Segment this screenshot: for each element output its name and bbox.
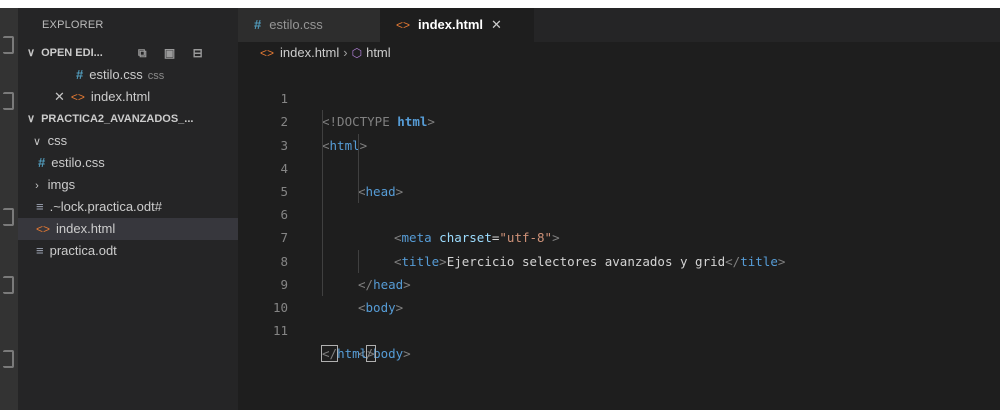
- code-token: >: [366, 345, 376, 363]
- line-number: 11: [272, 323, 288, 339]
- open-editor-label: index.html: [90, 89, 151, 104]
- close-icon[interactable]: ✕: [54, 89, 65, 104]
- files-icon[interactable]: [3, 36, 14, 54]
- tab-label: index.html: [418, 17, 484, 32]
- tree-item-label: imgs: [47, 177, 76, 192]
- breadcrumb-file[interactable]: index.html: [280, 45, 339, 60]
- tree-item-label: estilo.css: [51, 155, 105, 170]
- indent-guide: [358, 156, 359, 180]
- tree-item-index-html[interactable]: <> index.html: [18, 218, 238, 240]
- open-editor-label: estilo.css: [89, 67, 143, 82]
- editor-area: # estilo.css <> index.html ✕ <> index.html › ⬡…: [238, 8, 1000, 410]
- tree-item-practica-odt[interactable]: ≡ practica.odt: [18, 240, 238, 262]
- code-token: </: [320, 345, 339, 363]
- indent-guide: [322, 110, 323, 134]
- code-line: 1 <!DOCTYPE html>: [238, 64, 1000, 129]
- indent-guide: [322, 133, 323, 157]
- vscode-window: EXPLORER ∨ OPEN EDI... ⧉ ▣ ⊟ # estilo.css…: [0, 8, 1000, 410]
- tab-label: estilo.css: [269, 17, 323, 32]
- css-file-icon: #: [76, 67, 84, 82]
- symbol-element-icon: ⬡: [351, 46, 363, 60]
- code-line: 3 <head>: [238, 110, 1000, 199]
- chevron-down-icon: ∨: [26, 47, 36, 59]
- chevron-down-icon: ∨: [26, 113, 36, 125]
- code-token: body: [373, 346, 404, 362]
- breadcrumb: <> index.html › ⬡ html: [238, 42, 1000, 64]
- code-editor[interactable]: 1 <!DOCTYPE html> 2 <html> 3 <head> 4 <m…: [238, 64, 1000, 363]
- code-line: 8 <body>: [238, 226, 1000, 315]
- close-icon[interactable]: ✕: [491, 17, 502, 32]
- indent-guide: [322, 249, 323, 273]
- text-file-icon: ≡: [36, 243, 44, 258]
- activity-bar: [0, 8, 18, 410]
- text-file-icon: ≡: [36, 199, 44, 214]
- source-control-icon[interactable]: [3, 208, 14, 226]
- code-line: 7 </head>: [238, 203, 1000, 292]
- indent-guide: [358, 249, 359, 273]
- indent-guide: [322, 203, 323, 227]
- indent-guide: [358, 133, 359, 157]
- close-all-icon[interactable]: ⊟: [193, 46, 203, 60]
- code-token: >: [403, 346, 411, 362]
- html-file-icon: <>: [260, 46, 275, 60]
- explorer-sidebar: EXPLORER ∨ OPEN EDI... ⧉ ▣ ⊟ # estilo.css…: [18, 8, 238, 410]
- indent-guide: [322, 156, 323, 180]
- breadcrumb-symbol[interactable]: html: [366, 45, 391, 60]
- html-file-icon: <>: [396, 18, 411, 32]
- open-editors-actions: ⧉ ▣ ⊟: [138, 42, 217, 64]
- open-editors-label: OPEN EDI...: [41, 47, 103, 59]
- html-file-icon: <>: [70, 90, 85, 104]
- tree-item-estilo-css[interactable]: # estilo.css: [18, 152, 238, 174]
- indent-guide: [358, 179, 359, 204]
- project-folder-header[interactable]: ∨ PRACTICA2_AVANZADOS_...: [18, 108, 238, 130]
- code-line: 2 <html>: [238, 87, 1000, 152]
- tree-item-css-folder[interactable]: ∨ css: [18, 130, 238, 152]
- css-file-icon: #: [38, 155, 46, 170]
- code-line: 9: [238, 249, 1000, 292]
- html-file-icon: <>: [36, 222, 51, 236]
- debug-icon[interactable]: [3, 276, 14, 294]
- open-editor-hint: css: [147, 70, 165, 82]
- code-line: 5 <title>Ejercicio selectores avanzados …: [238, 156, 1000, 269]
- tree-item-label: index.html: [56, 221, 116, 236]
- open-editors-header[interactable]: ∨ OPEN EDI... ⧉ ▣ ⊟: [18, 42, 238, 64]
- code-line: 6: [238, 179, 1000, 222]
- css-file-icon: #: [254, 17, 262, 32]
- open-editor-item-estilo-css[interactable]: # estilo.css css: [18, 64, 238, 86]
- indent-guide: [322, 226, 323, 250]
- text-cursor: [374, 347, 376, 363]
- new-untitled-file-icon[interactable]: ⧉: [138, 46, 147, 60]
- open-editor-item-index-html[interactable]: ✕ <> index.html: [18, 86, 238, 108]
- indent-guide: [322, 272, 323, 296]
- code-line: 10 </body>: [238, 272, 1000, 361]
- chevron-right-icon: ›: [343, 45, 348, 60]
- indent-guide: [322, 179, 323, 204]
- tree-item-label: .~lock.practica.odt#: [49, 199, 162, 214]
- tab-index-html[interactable]: <> index.html ✕: [380, 8, 534, 42]
- tree-item-label: practica.odt: [49, 243, 117, 258]
- explorer-title: EXPLORER: [42, 19, 104, 31]
- extensions-icon[interactable]: [3, 350, 14, 368]
- chevron-down-icon: ∨: [32, 136, 42, 148]
- code-line: 11 </html>: [238, 296, 1000, 363]
- tree-item-imgs-folder[interactable]: › imgs: [18, 174, 238, 196]
- tab-estilo-css[interactable]: # estilo.css: [238, 8, 380, 42]
- code-token: html: [337, 346, 368, 362]
- search-icon[interactable]: [3, 92, 14, 110]
- code-line: 4 <meta charset="utf-8">: [238, 133, 1000, 245]
- tab-bar: # estilo.css <> index.html ✕: [238, 8, 1000, 42]
- tree-item-label: css: [47, 133, 68, 148]
- save-all-icon[interactable]: ▣: [164, 46, 175, 60]
- tree-item-lock-file[interactable]: ≡ .~lock.practica.odt#: [18, 196, 238, 218]
- chevron-right-icon: ›: [35, 180, 39, 192]
- project-folder-label: PRACTICA2_AVANZADOS_...: [41, 113, 194, 125]
